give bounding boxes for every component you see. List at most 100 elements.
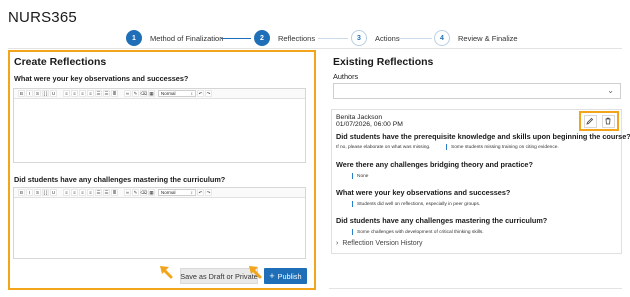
strike-button[interactable]: S bbox=[34, 189, 41, 196]
align-center-icon[interactable]: ≡ bbox=[71, 189, 78, 196]
table-icon[interactable]: ▦ bbox=[148, 189, 155, 196]
step-1[interactable]: 1 Method of Finalization bbox=[126, 29, 223, 47]
rich-text-editor-challenges[interactable]: B I S [ ] U ≡ ≡ ≡ ≡ ☰ ☰ ≣ ∞ ✎ ⌫ ▦ Normal… bbox=[13, 187, 306, 259]
code-button[interactable]: [ ] bbox=[42, 90, 49, 97]
align-center-icon[interactable]: ≡ bbox=[71, 90, 78, 97]
step-4-label: Review & Finalize bbox=[458, 33, 518, 43]
reflection-question-4: Did students have any challenges masteri… bbox=[336, 216, 548, 225]
link-icon[interactable]: ∞ bbox=[124, 90, 131, 97]
step-3[interactable]: 3 Actions bbox=[351, 29, 400, 47]
reflection-answer-2: None bbox=[357, 174, 369, 179]
header-divider bbox=[8, 48, 622, 49]
underline-button[interactable]: U bbox=[50, 90, 57, 97]
authors-select[interactable]: ⌄ bbox=[333, 83, 621, 99]
answer-bar bbox=[352, 229, 353, 235]
format-select[interactable]: Normal ↕ bbox=[158, 189, 196, 196]
bottom-divider bbox=[329, 288, 622, 289]
italic-button[interactable]: I bbox=[26, 189, 33, 196]
reflection-answer-4: Some challenges with development of crit… bbox=[357, 230, 484, 235]
chevron-right-icon: › bbox=[336, 240, 339, 247]
annotation-arrow-icon bbox=[160, 266, 173, 279]
step-connector bbox=[221, 38, 251, 39]
plus-icon: + bbox=[269, 271, 275, 281]
format-select-value: Normal bbox=[161, 190, 176, 195]
redo-icon[interactable]: ↷ bbox=[205, 189, 212, 196]
question-observations: What were your key observations and succ… bbox=[14, 74, 189, 83]
editor-toolbar: B I S [ ] U ≡ ≡ ≡ ≡ ☰ ☰ ≣ ∞ ✎ ⌫ ▦ Normal… bbox=[14, 89, 305, 99]
align-left-icon[interactable]: ≡ bbox=[63, 90, 70, 97]
version-history-toggle[interactable]: › Reflection Version History bbox=[336, 240, 423, 247]
align-right-icon[interactable]: ≡ bbox=[79, 189, 86, 196]
card-actions bbox=[579, 111, 619, 131]
format-select[interactable]: Normal ↕ bbox=[158, 90, 196, 97]
publish-label: Publish bbox=[277, 271, 302, 281]
editor-body[interactable] bbox=[14, 99, 305, 162]
answer-bar bbox=[446, 144, 447, 150]
clear-format-icon[interactable]: ⌫ bbox=[140, 189, 147, 196]
clear-format-icon[interactable]: ⌫ bbox=[140, 90, 147, 97]
publish-button[interactable]: + Publish bbox=[264, 268, 307, 284]
step-1-number: 1 bbox=[126, 30, 142, 46]
redo-icon[interactable]: ↷ bbox=[205, 90, 212, 97]
question-challenges: Did students have any challenges masteri… bbox=[14, 175, 226, 184]
link-icon[interactable]: ∞ bbox=[124, 189, 131, 196]
pencil-icon[interactable] bbox=[583, 114, 597, 128]
annotation-arrow-icon bbox=[249, 266, 262, 279]
undo-icon[interactable]: ↶ bbox=[197, 189, 204, 196]
table-icon[interactable]: ▦ bbox=[148, 90, 155, 97]
indent-icon[interactable]: ≣ bbox=[111, 90, 118, 97]
reflection-answer-3: Students did well on reflections, especi… bbox=[357, 202, 481, 207]
step-connector bbox=[318, 38, 348, 39]
course-title: NURS365 bbox=[8, 9, 77, 26]
italic-button[interactable]: I bbox=[26, 90, 33, 97]
numbered-list-icon[interactable]: ☰ bbox=[103, 189, 110, 196]
reflection-card: Benita Jackson 01/07/2026, 06:00 PM Did … bbox=[331, 109, 630, 254]
highlight-icon[interactable]: ✎ bbox=[132, 90, 139, 97]
code-button[interactable]: [ ] bbox=[42, 189, 49, 196]
highlight-icon[interactable]: ✎ bbox=[132, 189, 139, 196]
step-3-label: Actions bbox=[375, 33, 400, 43]
author-name: Benita Jackson bbox=[336, 114, 383, 121]
step-2-number: 2 bbox=[254, 30, 270, 46]
step-2[interactable]: 2 Reflections bbox=[254, 29, 315, 47]
chevron-down-icon: ⌄ bbox=[607, 86, 614, 95]
reflection-prompt-1: If no, please elaborate on what was miss… bbox=[336, 145, 431, 150]
editor-toolbar: B I S [ ] U ≡ ≡ ≡ ≡ ☰ ☰ ≣ ∞ ✎ ⌫ ▦ Normal… bbox=[14, 188, 305, 198]
chevron-updown-icon: ↕ bbox=[190, 190, 193, 195]
align-justify-icon[interactable]: ≡ bbox=[87, 90, 94, 97]
existing-reflections-title: Existing Reflections bbox=[333, 56, 434, 68]
format-select-value: Normal bbox=[161, 91, 176, 96]
align-right-icon[interactable]: ≡ bbox=[79, 90, 86, 97]
undo-icon[interactable]: ↶ bbox=[197, 90, 204, 97]
bold-button[interactable]: B bbox=[18, 90, 25, 97]
reflection-question-3: What were your key observations and succ… bbox=[336, 188, 511, 197]
authors-label: Authors bbox=[333, 72, 359, 81]
indent-icon[interactable]: ≣ bbox=[111, 189, 118, 196]
align-justify-icon[interactable]: ≡ bbox=[87, 189, 94, 196]
align-left-icon[interactable]: ≡ bbox=[63, 189, 70, 196]
bold-button[interactable]: B bbox=[18, 189, 25, 196]
step-3-number: 3 bbox=[351, 30, 367, 46]
answer-bar bbox=[352, 201, 353, 207]
reflection-question-2: Were there any challenges bridging theor… bbox=[336, 160, 533, 169]
underline-button[interactable]: U bbox=[50, 189, 57, 196]
reflection-date: 01/07/2026, 06:00 PM bbox=[336, 121, 403, 128]
step-connector bbox=[398, 38, 432, 39]
step-4-number: 4 bbox=[434, 30, 450, 46]
rich-text-editor-observations[interactable]: B I S [ ] U ≡ ≡ ≡ ≡ ☰ ☰ ≣ ∞ ✎ ⌫ ▦ Normal… bbox=[13, 88, 306, 163]
version-history-label: Reflection Version History bbox=[342, 240, 423, 247]
stepper: 1 Method of Finalization 2 Reflections 3… bbox=[126, 29, 596, 47]
reflection-question-1: Did students have the prerequisite knowl… bbox=[336, 132, 630, 141]
bullet-list-icon[interactable]: ☰ bbox=[95, 90, 102, 97]
editor-body[interactable] bbox=[14, 198, 305, 258]
trash-icon[interactable] bbox=[601, 114, 615, 128]
strike-button[interactable]: S bbox=[34, 90, 41, 97]
answer-bar bbox=[352, 173, 353, 179]
create-reflections-title: Create Reflections bbox=[14, 56, 107, 68]
step-4[interactable]: 4 Review & Finalize bbox=[434, 29, 518, 47]
bullet-list-icon[interactable]: ☰ bbox=[95, 189, 102, 196]
numbered-list-icon[interactable]: ☰ bbox=[103, 90, 110, 97]
reflection-answer-1: Some students missing training on citing… bbox=[451, 145, 559, 150]
step-2-label: Reflections bbox=[278, 33, 316, 43]
step-1-label: Method of Finalization bbox=[150, 33, 224, 43]
